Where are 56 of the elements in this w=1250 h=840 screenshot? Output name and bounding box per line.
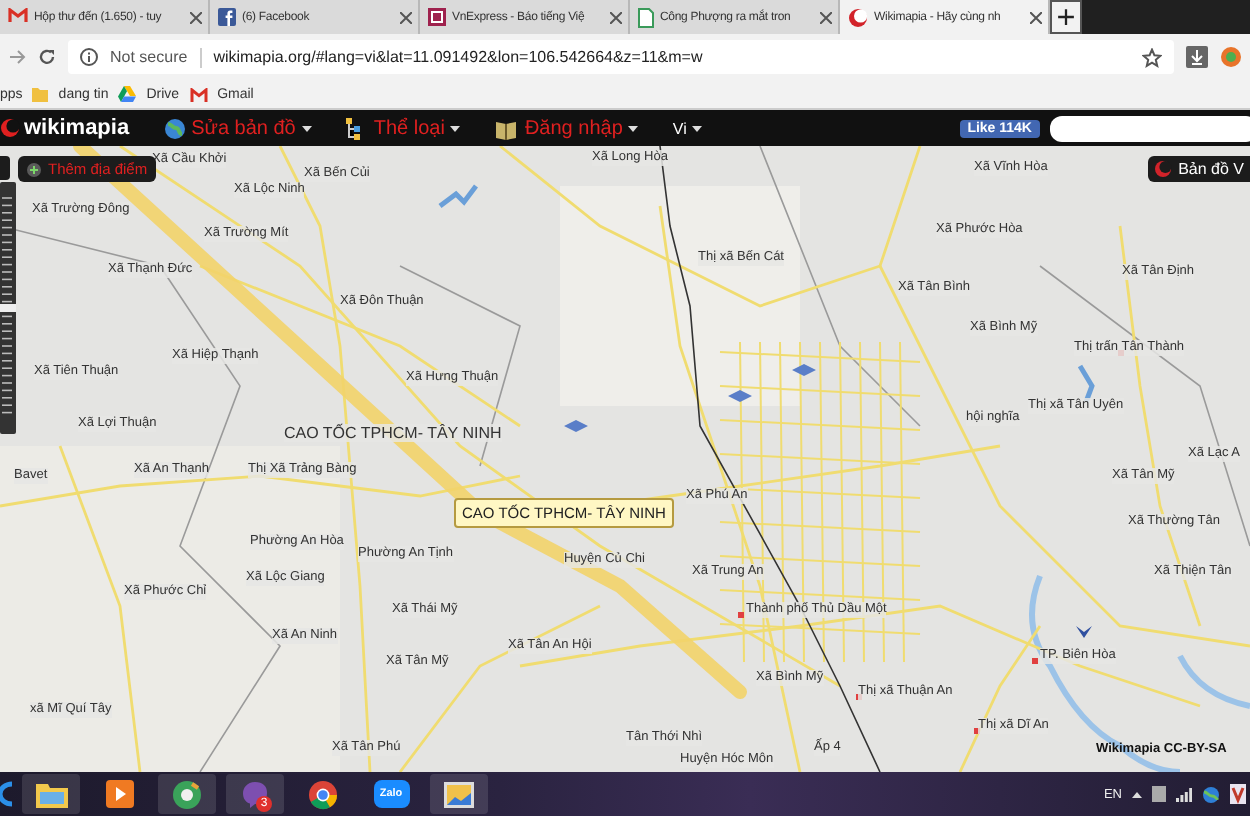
reload-icon[interactable] [38, 48, 56, 66]
folder-icon [35, 781, 67, 807]
crescent-logo-icon [1154, 160, 1173, 178]
caret-up-icon[interactable] [1132, 791, 1142, 797]
map-type-button[interactable]: Bản đồ V [1148, 156, 1250, 182]
triangle-logo-icon [118, 86, 137, 102]
new-tab-icon[interactable] [1050, 0, 1082, 34]
crescent-logo-icon [848, 7, 868, 27]
picture-icon [444, 781, 474, 807]
page-icon [638, 7, 654, 27]
site-logo[interactable]: wikimapia [24, 116, 130, 140]
taskbar-button[interactable] [158, 774, 216, 814]
info-icon[interactable] [80, 48, 98, 66]
close-icon[interactable] [1030, 11, 1042, 23]
taskbar-button[interactable] [22, 774, 80, 814]
menu-item[interactable]: Thể loại [345, 117, 461, 139]
signal-icon[interactable] [1176, 787, 1192, 801]
caret-icon [301, 125, 312, 131]
road-label: CAO TỐC TPHCM- TÂY NINH [284, 424, 502, 442]
plus-pin-icon [26, 161, 42, 177]
address-bar[interactable]: Not secure wikimapia.org/#lang=vi&lat=11.091492&lon=106.542664&z=11&m=w [68, 40, 1174, 74]
caret-icon [450, 125, 461, 131]
close-icon[interactable] [820, 11, 832, 23]
taskbar-button[interactable] [430, 774, 488, 814]
forward-arrow-icon[interactable] [8, 48, 26, 66]
extension-icon[interactable] [1220, 46, 1242, 68]
zoom-slider[interactable] [0, 182, 16, 434]
security-label: Not secure [110, 48, 188, 66]
book-icon [494, 117, 519, 139]
mail-icon [189, 87, 208, 101]
search-field[interactable] [1050, 115, 1250, 141]
menu-item[interactable]: Vi [672, 119, 703, 137]
close-icon[interactable] [400, 11, 412, 23]
map-drawing[interactable] [0, 146, 1250, 772]
square-logo-icon [428, 8, 446, 26]
caret-icon [628, 125, 639, 131]
f-logo-icon [218, 8, 236, 26]
close-icon[interactable] [190, 11, 202, 23]
globe-icon[interactable] [1202, 785, 1220, 803]
url-text: wikimapia.org/#lang=vi&lat=11.091492&lon=106.542664&z=11&m=w [213, 48, 703, 66]
round-logo-icon [172, 779, 202, 809]
play-icon [105, 780, 133, 808]
menu-item[interactable]: Sửa bản đồ [163, 117, 312, 139]
star-icon[interactable] [1142, 47, 1162, 67]
close-icon[interactable] [610, 11, 622, 23]
browser-e-icon[interactable] [0, 780, 12, 808]
zoom-thumb[interactable] [0, 304, 16, 312]
caret-icon [692, 125, 703, 131]
mail-icon [8, 7, 28, 27]
menu-item[interactable]: Đăng nhập [494, 117, 639, 139]
download-icon[interactable] [1186, 46, 1208, 68]
folder-icon [32, 86, 49, 102]
v-logo-icon[interactable] [1230, 784, 1246, 804]
chrome-icon [308, 779, 338, 809]
globe-icon [163, 117, 186, 139]
side-handle[interactable] [0, 156, 10, 180]
